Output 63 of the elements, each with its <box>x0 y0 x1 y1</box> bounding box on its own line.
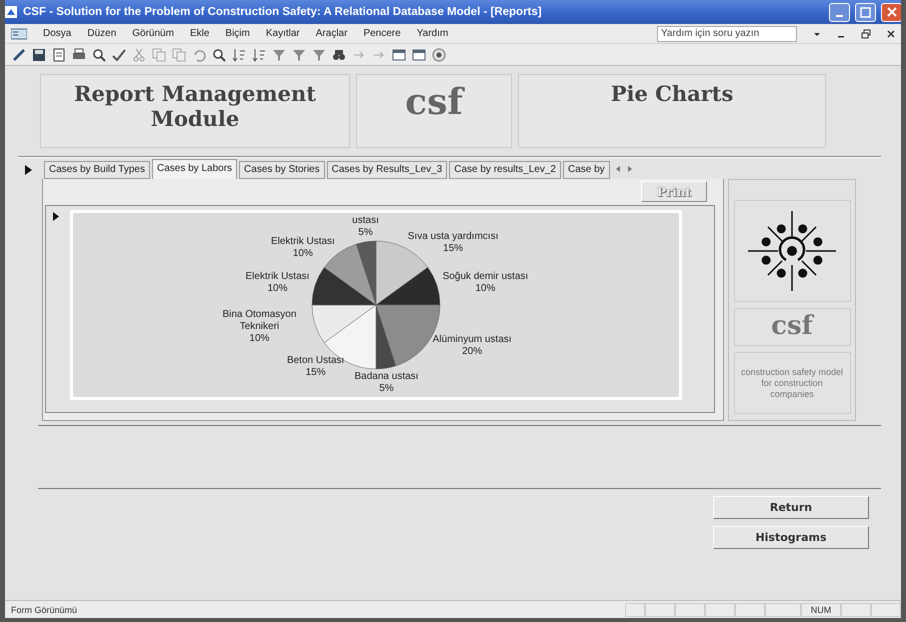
menu-item[interactable]: Görünüm <box>132 28 174 39</box>
check-icon[interactable] <box>111 46 127 62</box>
restore-icon[interactable] <box>861 28 871 38</box>
caption: construction safety model for construction companies <box>740 366 844 401</box>
help-search-field[interactable]: Yardım için soru yazın <box>657 26 797 42</box>
slice-label: Alüminyum ustası 20% <box>432 334 512 358</box>
slice-label: Beton Ustası 15% <box>286 355 344 380</box>
menu-item[interactable]: Düzen <box>87 28 116 39</box>
window-icon[interactable] <box>391 46 407 62</box>
menu-item[interactable]: Biçim <box>225 28 250 39</box>
record-selector-icon[interactable] <box>24 165 32 175</box>
window-title: CSF - Solution for the Problem of Construction Safety: A Relational Database Model - [Reports] <box>23 6 543 18</box>
tab[interactable]: Cases by Stories <box>239 161 325 179</box>
tab[interactable]: Cases by Results_Lev_3 <box>326 161 448 179</box>
minimize-button[interactable] <box>829 2 850 22</box>
window-icon[interactable] <box>411 46 427 62</box>
slice-label: Elektrik Ustası 10% <box>270 236 335 260</box>
status-panel <box>705 602 735 616</box>
menu-item[interactable]: Araçlar <box>316 28 348 39</box>
status-panel <box>735 602 765 616</box>
sort-icon[interactable] <box>231 46 247 62</box>
status-panel: NUM <box>801 602 841 616</box>
tab[interactable]: Cases by Labors <box>152 159 238 179</box>
menu-item[interactable]: Dosya <box>43 28 72 39</box>
slice-label: Sıva usta yardımcısı 15% <box>408 230 498 255</box>
menu-item[interactable]: Kayıtlar <box>266 28 300 39</box>
minimize-icon <box>836 15 843 17</box>
help-icon[interactable] <box>431 46 447 62</box>
magnifier-icon[interactable] <box>211 46 227 62</box>
module-title: Report Management Module <box>73 81 317 132</box>
status-panel <box>675 602 705 616</box>
menu-item[interactable]: Ekle <box>190 28 210 39</box>
menu-item[interactable]: Yardım <box>416 28 448 39</box>
slice-label: ustası 5% <box>352 214 379 239</box>
record-selector-icon[interactable] <box>53 212 59 221</box>
magnifier-icon[interactable] <box>91 46 107 62</box>
close-icon[interactable] <box>887 30 895 38</box>
tab[interactable]: Case by results_Lev_2 <box>449 161 561 179</box>
slice-label: Bina Otomasyon Teknikeri 10% <box>221 308 298 345</box>
sort-icon[interactable] <box>251 46 267 62</box>
page-title: Pie Charts <box>610 81 734 106</box>
close-button[interactable] <box>881 2 901 22</box>
status-panel <box>871 602 901 616</box>
tab[interactable]: Case by <box>562 161 610 179</box>
menu-item[interactable]: Pencere <box>363 28 401 39</box>
nav-button[interactable]: Histograms <box>713 526 869 549</box>
slice-label: Badana ustası 5% <box>354 371 418 396</box>
document-icon[interactable] <box>51 46 67 62</box>
slice-label: Soğuk demir ustası 10% <box>442 271 528 296</box>
print-button[interactable]: Print <box>641 181 707 202</box>
maximize-icon <box>860 6 871 18</box>
app-icon <box>5 5 18 19</box>
status-text: Form Görünümü <box>10 604 78 614</box>
logo-text: csf <box>771 311 813 343</box>
nav-button[interactable]: Return <box>713 496 869 519</box>
maximize-button[interactable] <box>855 2 876 22</box>
slice-label: Elektrik Ustası 10% <box>246 271 310 296</box>
close-icon <box>886 7 896 17</box>
status-panel <box>841 602 871 616</box>
tab[interactable]: Cases by Build Types <box>44 161 150 179</box>
status-panel <box>765 602 801 616</box>
form-icon[interactable] <box>11 28 27 40</box>
logo-text: csf <box>405 81 463 124</box>
